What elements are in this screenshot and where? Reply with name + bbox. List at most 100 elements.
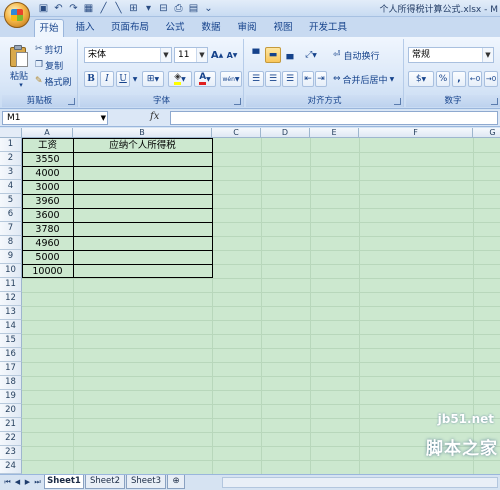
table-icon[interactable]: ▦ <box>82 2 95 15</box>
row-header-12[interactable]: 12 <box>0 292 22 306</box>
row-header-11[interactable]: 11 <box>0 278 22 292</box>
tab-formulas[interactable]: 公式 <box>160 19 190 37</box>
fill-color-button[interactable]: ◈ ▼ <box>168 71 192 87</box>
column-header-d[interactable]: D <box>261 128 310 138</box>
percent-button[interactable]: % <box>436 71 450 87</box>
row-header-9[interactable]: 9 <box>0 250 22 264</box>
tab-insert[interactable]: 插入 <box>70 19 100 37</box>
align-middle-button[interactable]: ▬ <box>265 47 281 63</box>
diagonal-icon[interactable]: ╲ <box>112 2 125 15</box>
comma-button[interactable]: , <box>452 71 466 87</box>
print-icon[interactable]: ⎙ <box>172 2 185 15</box>
paste-dropdown-icon[interactable]: ▾ <box>14 81 28 89</box>
cell-a8[interactable]: 4960 <box>22 237 73 250</box>
row-header-19[interactable]: 19 <box>0 390 22 404</box>
column-header-e[interactable]: E <box>310 128 359 138</box>
save-icon[interactable]: ▣ <box>37 2 50 15</box>
decrease-indent-button[interactable]: ⇤ <box>302 71 314 87</box>
dropdown-icon[interactable]: ▾ <box>142 2 155 15</box>
row-header-20[interactable]: 20 <box>0 404 22 418</box>
chevron-down-icon[interactable]: ▼ <box>196 48 207 62</box>
column-header-b[interactable]: B <box>73 128 212 138</box>
font-launcher-icon[interactable] <box>234 98 241 105</box>
cell-a3[interactable]: 4000 <box>22 167 73 180</box>
copy-button[interactable]: ❐ 复制 <box>34 57 74 73</box>
row-header-2[interactable]: 2 <box>0 152 22 166</box>
row-header-13[interactable]: 13 <box>0 306 22 320</box>
increase-indent-button[interactable]: ⇥ <box>315 71 327 87</box>
paste-button[interactable]: 粘贴 <box>6 69 32 82</box>
name-box[interactable]: M1 ▼ <box>2 111 108 125</box>
underline-button[interactable]: U <box>116 71 130 87</box>
row-header-16[interactable]: 16 <box>0 348 22 362</box>
shrink-font-button[interactable]: A ▼ <box>225 47 239 63</box>
cell-a1[interactable]: 工资 <box>22 139 73 152</box>
font-color-button[interactable]: A ▼ <box>194 71 216 87</box>
next-sheet-icon[interactable]: ▶ <box>23 477 32 488</box>
align-top-button[interactable]: ▀ <box>248 47 264 63</box>
row-header-6[interactable]: 6 <box>0 208 22 222</box>
font-size-combo[interactable]: 11 ▼ <box>174 47 208 63</box>
tab-home[interactable]: 开始 <box>34 19 64 37</box>
undo-icon[interactable]: ↶ <box>52 2 65 15</box>
italic-button[interactable]: I <box>100 71 114 87</box>
cell-a6[interactable]: 3600 <box>22 209 73 222</box>
merge-center-button[interactable]: ⇔ 合并后居中 ▼ <box>332 71 402 87</box>
office-button[interactable] <box>4 2 30 28</box>
column-header-g[interactable]: G <box>473 128 500 138</box>
align-bottom-button[interactable]: ▄ <box>282 47 298 63</box>
filter-icon[interactable]: ▤ <box>187 2 200 15</box>
cell-a4[interactable]: 3000 <box>22 181 73 194</box>
chevron-down-icon[interactable]: ▼ <box>482 48 493 62</box>
clipboard-launcher-icon[interactable] <box>68 98 75 105</box>
row-header-4[interactable]: 4 <box>0 180 22 194</box>
last-sheet-icon[interactable]: ⏭ <box>33 477 42 488</box>
row-header-8[interactable]: 8 <box>0 236 22 250</box>
number-launcher-icon[interactable] <box>491 98 498 105</box>
cell-a9[interactable]: 5000 <box>22 251 73 264</box>
chevron-down-icon[interactable]: ▼ <box>101 112 106 124</box>
row-header-17[interactable]: 17 <box>0 362 22 376</box>
wrap-text-button[interactable]: ⏎ 自动换行 <box>332 47 398 63</box>
bold-button[interactable]: B <box>84 71 98 87</box>
accounting-format-button[interactable]: $ ▼ <box>408 71 434 87</box>
insert-sheet-icon[interactable]: ⊕ <box>167 475 185 489</box>
tab-developer[interactable]: 开发工具 <box>306 19 350 37</box>
tab-review[interactable]: 审阅 <box>232 19 262 37</box>
align-left-button[interactable]: ☰ <box>248 71 264 87</box>
column-header-c[interactable]: C <box>212 128 261 138</box>
row-header-24[interactable]: 24 <box>0 460 22 474</box>
row-header-5[interactable]: 5 <box>0 194 22 208</box>
row-header-18[interactable]: 18 <box>0 376 22 390</box>
row-header-15[interactable]: 15 <box>0 334 22 348</box>
font-name-combo[interactable]: 宋体 ▼ <box>84 47 172 63</box>
paste-icon[interactable] <box>8 43 30 69</box>
chevron-down-icon[interactable]: ▼ <box>160 48 171 62</box>
phonetic-button[interactable]: wén ▼ <box>220 71 242 87</box>
cell-a5[interactable]: 3960 <box>22 195 73 208</box>
row-header-22[interactable]: 22 <box>0 432 22 446</box>
format-painter-button[interactable]: ✎ 格式刷 <box>34 73 76 89</box>
column-header-f[interactable]: F <box>359 128 473 138</box>
column-header-a[interactable]: A <box>22 128 73 138</box>
cell-b1[interactable]: 应纳个人所得税 <box>73 139 212 152</box>
tab-page-layout[interactable]: 页面布局 <box>106 19 154 37</box>
tab-data[interactable]: 数据 <box>196 19 226 37</box>
orientation-button[interactable]: ⤢ ▼ <box>300 47 322 63</box>
decrease-decimal-button[interactable]: →0 <box>484 71 498 87</box>
border-icon[interactable]: ⊞ <box>127 2 140 15</box>
worksheet-grid[interactable]: A B C D E F G 1 2 3 4 5 6 7 8 9 10 11 12 13 14 15 16 17 1… <box>0 128 500 474</box>
grow-font-button[interactable]: A ▲ <box>210 47 224 63</box>
align-right-button[interactable]: ☰ <box>282 71 298 87</box>
customize-qat-icon[interactable]: ⌄ <box>202 2 215 15</box>
sheet-tab-sheet2[interactable]: Sheet2 <box>85 475 125 489</box>
prev-sheet-icon[interactable]: ◀ <box>13 477 22 488</box>
row-header-23[interactable]: 23 <box>0 446 22 460</box>
first-sheet-icon[interactable]: ⏮ <box>3 477 12 488</box>
number-format-combo[interactable]: 常规 ▼ <box>408 47 494 63</box>
alignment-launcher-icon[interactable] <box>394 98 401 105</box>
formula-input[interactable] <box>170 111 498 125</box>
insert-icon[interactable]: ⊟ <box>157 2 170 15</box>
cell-a2[interactable]: 3550 <box>22 153 73 166</box>
cell-a7[interactable]: 3780 <box>22 223 73 236</box>
